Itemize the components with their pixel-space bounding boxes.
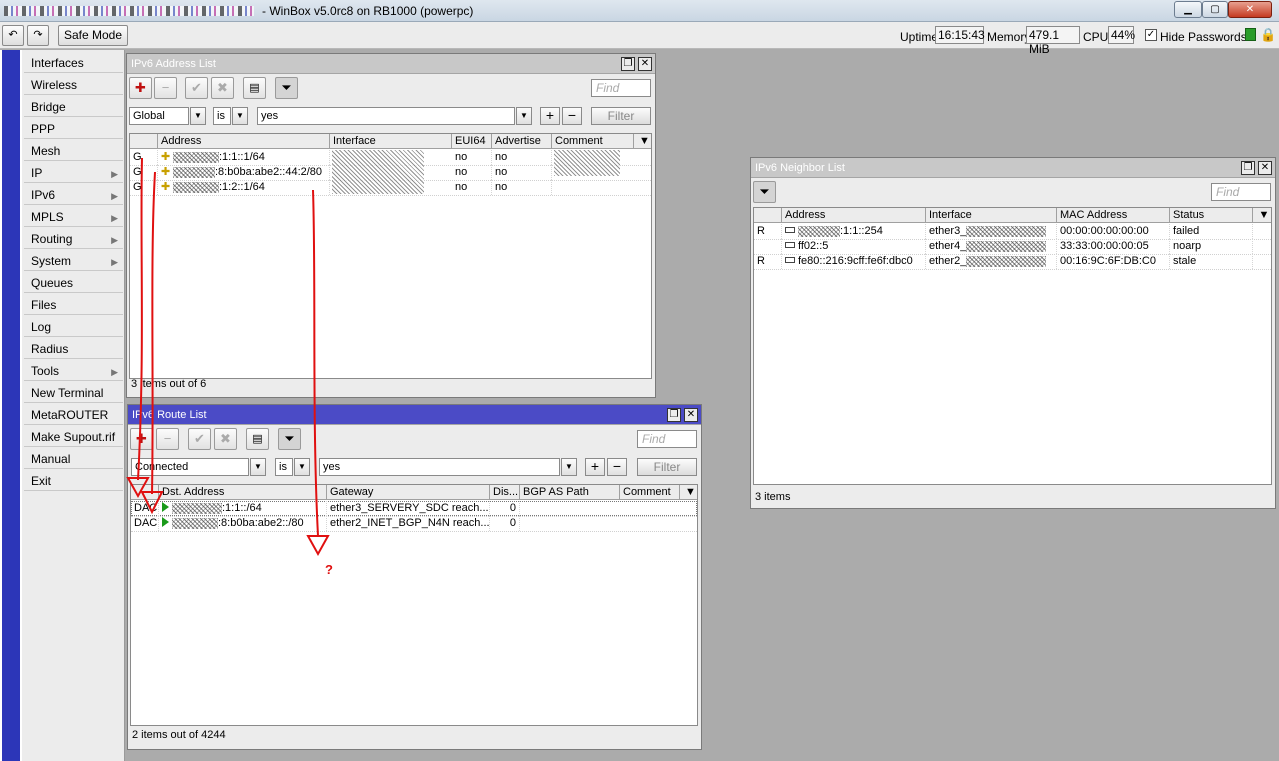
annotation-arrow-1 (137, 157, 143, 481)
annotation-arrow-2 (151, 171, 156, 495)
annotation-question-mark: ? (325, 562, 333, 577)
annotation-arrowhead-3 (306, 535, 330, 557)
annotation-arrowhead-1 (126, 477, 150, 499)
annotation-arrows: ? (126, 157, 333, 577)
annotation-arrowhead-2 (140, 491, 164, 515)
annotation-arrow-3 (312, 189, 319, 537)
